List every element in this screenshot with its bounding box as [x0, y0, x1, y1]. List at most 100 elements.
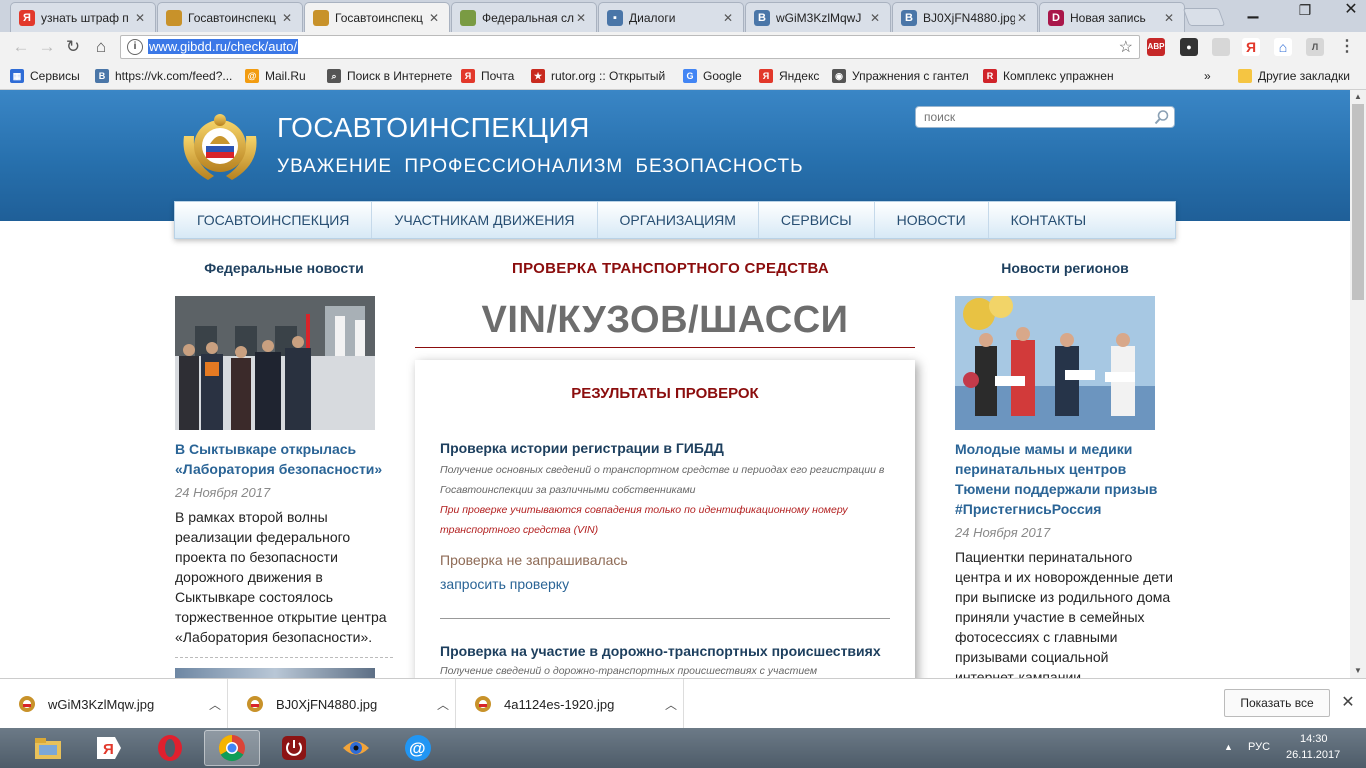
- request-check-link[interactable]: запросить проверку: [440, 576, 569, 592]
- menu-item[interactable]: НОВОСТИ: [875, 202, 989, 238]
- chevron-up-icon[interactable]: ︿: [203, 696, 227, 713]
- browser-tab[interactable]: D Новая запись ✕: [1039, 2, 1185, 32]
- menu-item[interactable]: СЕРВИСЫ: [759, 202, 875, 238]
- bookmark-item[interactable]: Я Почта: [461, 67, 514, 85]
- download-item[interactable]: 4a1124es-1920.jpg ︿: [456, 679, 684, 729]
- gibdd-emblem-icon: [166, 9, 182, 26]
- browser-tab[interactable]: ВwGiM3KzlMqwJ ✕: [745, 2, 891, 32]
- close-tab-icon[interactable]: ✕: [427, 11, 441, 25]
- bookmark-item[interactable]: G Google: [683, 67, 742, 85]
- close-tab-icon[interactable]: ✕: [280, 11, 294, 25]
- menu-item[interactable]: КОНТАКТЫ: [989, 202, 1109, 238]
- chevron-up-icon[interactable]: ︿: [659, 696, 683, 713]
- news-photo-tyumen[interactable]: [955, 294, 1155, 430]
- back-icon[interactable]: ←: [10, 36, 32, 58]
- bookmark-item[interactable]: ◉ Упражнения с гантел: [832, 67, 969, 85]
- bookmark-item[interactable]: @ Mail.Ru: [245, 67, 306, 85]
- language-indicator[interactable]: РУС: [1248, 741, 1270, 753]
- address-bar[interactable]: i www.gibdd.ru/check/auto/ ☆: [120, 35, 1140, 59]
- close-tab-icon[interactable]: ✕: [574, 11, 588, 25]
- vk-icon: В: [95, 69, 109, 83]
- browser-tab[interactable]: Яузнать штраф п ✕: [10, 2, 156, 32]
- site-info-icon[interactable]: i: [127, 39, 143, 55]
- news-photo-syktyvkar[interactable]: [175, 296, 375, 430]
- menu-item[interactable]: ГОСАВТОИНСПЕКЦИЯ: [175, 202, 373, 238]
- home-icon[interactable]: ⌂: [90, 36, 112, 58]
- federal-news-title[interactable]: В Сыктывкаре открылась «Лаборатория безо…: [175, 439, 393, 479]
- yandex-mail-icon: Я: [461, 69, 475, 83]
- scroll-up-icon[interactable]: ▲: [1350, 90, 1366, 104]
- menu-item[interactable]: УЧАСТНИКАМ ДВИЖЕНИЯ: [372, 202, 598, 238]
- eye-app-icon[interactable]: [328, 730, 384, 766]
- page-scrollbar[interactable]: ▲ ▼: [1350, 90, 1366, 678]
- file-explorer-icon[interactable]: [20, 730, 76, 766]
- bookmark-item[interactable]: Я Яндекс: [759, 67, 819, 85]
- download-item[interactable]: wGiM3KzlMqw.jpg ︿: [0, 679, 228, 729]
- chrome-icon[interactable]: [204, 730, 260, 766]
- bookmark-item[interactable]: ⌕ Поиск в Интернете: [327, 67, 452, 85]
- apps-icon: ▦: [10, 69, 24, 83]
- gibdd-emblem-icon[interactable]: [178, 106, 262, 184]
- tab-title: Диалоги: [629, 10, 676, 25]
- next-news-photo[interactable]: [175, 668, 375, 678]
- power-app-icon[interactable]: [266, 730, 322, 766]
- site-search[interactable]: [915, 106, 1175, 128]
- close-tab-icon[interactable]: ✕: [1015, 11, 1029, 25]
- close-window-button[interactable]: ✕: [1336, 0, 1366, 22]
- maximize-button[interactable]: ❐: [1290, 0, 1320, 22]
- scroll-thumb[interactable]: [1352, 104, 1364, 300]
- menu-kebab-icon[interactable]: ⋮: [1338, 38, 1356, 56]
- other-bookmarks[interactable]: Другие закладки: [1238, 67, 1350, 85]
- vehicle-check-section: ПРОВЕРКА ТРАНСПОРТНОГО СРЕДСТВА VIN/КУЗО…: [415, 260, 926, 678]
- search-icon: ⌕: [327, 69, 341, 83]
- extension-notification-icon[interactable]: ●: [1180, 38, 1198, 56]
- close-tab-icon[interactable]: ✕: [721, 11, 735, 25]
- clock-time[interactable]: 14:30: [1300, 733, 1328, 745]
- regional-news-heading[interactable]: Новости регионов: [955, 260, 1175, 280]
- browser-tab[interactable]: ▪ Диалоги ✕: [598, 2, 744, 32]
- profile-icon[interactable]: Л: [1306, 38, 1324, 56]
- close-downloads-icon[interactable]: ✕: [1338, 693, 1358, 713]
- close-tab-icon[interactable]: ✕: [868, 11, 882, 25]
- chevron-up-icon[interactable]: ︿: [431, 696, 455, 713]
- d-icon: D: [1048, 9, 1064, 26]
- scroll-down-icon[interactable]: ▼: [1350, 664, 1366, 678]
- bookmark-label: rutor.org :: Открытый: [551, 69, 666, 83]
- close-tab-icon[interactable]: ✕: [1162, 11, 1176, 25]
- menu-item[interactable]: ОРГАНИЗАЦИЯМ: [598, 202, 759, 238]
- forward-icon[interactable]: →: [36, 36, 58, 58]
- regional-news-title[interactable]: Молодые мамы и медики перинатальных цент…: [955, 439, 1175, 519]
- yandex-browser-icon[interactable]: Я: [80, 730, 136, 766]
- bookmark-item[interactable]: Вhttps://vk.com/feed?...: [95, 67, 232, 85]
- bookmark-item[interactable]: ★ rutor.org :: Открытый: [531, 67, 665, 85]
- search-input[interactable]: [916, 107, 1146, 127]
- bookmark-star-icon[interactable]: ☆: [1119, 37, 1133, 57]
- search-icon[interactable]: [1154, 109, 1170, 125]
- yandex-icon: Я: [19, 9, 35, 26]
- extension-grey-icon[interactable]: [1212, 38, 1230, 56]
- download-item[interactable]: BJ0XjFN4880.jpg ︿: [228, 679, 456, 729]
- browser-tab[interactable]: В BJ0XjFN4880.jpg ✕: [892, 2, 1038, 32]
- address-url[interactable]: www.gibdd.ru/check/auto/: [148, 39, 299, 54]
- bookmarks-more-icon[interactable]: »: [1204, 67, 1211, 85]
- home-extension-icon[interactable]: ⌂: [1274, 38, 1292, 56]
- browser-tab[interactable]: Госавтоинспекц ✕: [157, 2, 303, 32]
- minimize-button[interactable]: ▁: [1238, 0, 1268, 22]
- close-tab-icon[interactable]: ✕: [133, 11, 147, 25]
- clock-date[interactable]: 26.11.2017: [1286, 749, 1340, 761]
- opera-icon[interactable]: [142, 730, 198, 766]
- browser-tab[interactable]: Госавтоинспекц ✕: [304, 2, 450, 32]
- site-brand[interactable]: ГОСАВТОИНСПЕКЦИЯ: [277, 112, 590, 144]
- tray-expand-icon[interactable]: ▲: [1224, 742, 1233, 752]
- bookmark-item[interactable]: R Комплекс упражнен: [983, 67, 1114, 85]
- tab-title: Федеральная сл: [482, 10, 574, 25]
- bookmark-item[interactable]: ▦ Сервисы: [10, 67, 80, 85]
- yandex-extension-icon[interactable]: Я: [1242, 38, 1260, 56]
- new-tab-button[interactable]: [1182, 8, 1226, 26]
- browser-tab[interactable]: Федеральная сл ✕: [451, 2, 597, 32]
- mail-agent-icon[interactable]: @: [390, 730, 446, 766]
- show-all-downloads-button[interactable]: Показать все: [1224, 689, 1330, 717]
- reload-icon[interactable]: ↻: [62, 36, 84, 58]
- adblock-icon[interactable]: ABP: [1147, 38, 1165, 56]
- federal-news-heading[interactable]: Федеральные новости: [175, 260, 393, 280]
